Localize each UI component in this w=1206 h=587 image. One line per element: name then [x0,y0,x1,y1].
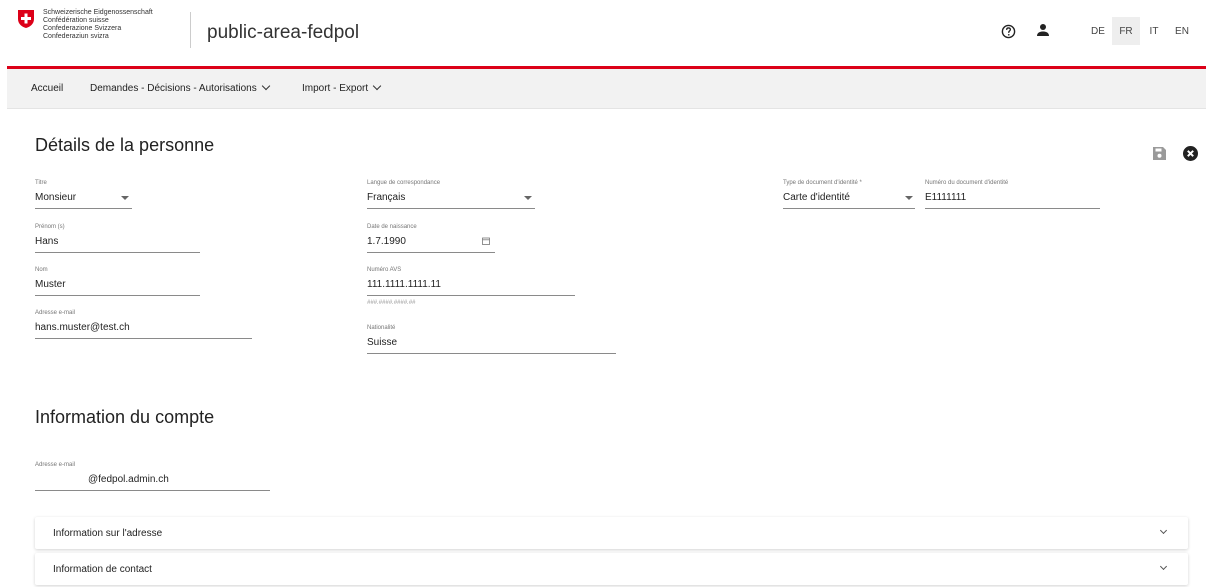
app-header: Schweizerische Eidgenossenschaft Confédé… [0,0,1206,66]
lang-it[interactable]: IT [1140,17,1168,45]
header-divider [190,12,191,48]
field-value: hans.muster@test.ch [35,322,130,333]
field-underline [35,252,200,253]
save-icon[interactable] [1153,147,1166,160]
field-label: Nom [35,267,48,273]
org-line-it: Confederazione Svizzera [43,25,122,32]
field-label: Numéro du document d'identité [925,180,1009,186]
main-navigation: Accueil Demandes - Décisions - Autorisat… [7,69,1206,109]
panel-label: Information de contact [53,564,152,575]
nationalite-field[interactable]: Nationalité Suisse [367,325,616,357]
org-line-rm: Confederaziun svizra [43,33,109,40]
nav-item-demandes[interactable]: Demandes - Décisions - Autorisations [90,81,270,94]
account-section-title: Information du compte [35,407,215,427]
dropdown-arrow-icon [524,196,532,200]
panel-adresse[interactable]: Information sur l'adresse [35,517,1188,549]
field-underline [35,338,252,339]
nav-item-label: Import - Export [302,83,369,94]
type-document-select[interactable]: Type de document d'identité * Carte d'id… [783,180,915,212]
org-line-de: Schweizerische Eidgenossenschaft [43,9,153,16]
prenom-field[interactable]: Prénom (s) Hans [35,224,200,256]
help-circle-icon[interactable] [1001,24,1016,39]
field-label: Type de document d'identité * [783,180,862,186]
chevron-down-icon [1159,526,1168,535]
chevron-down-icon [372,81,382,91]
page-title: Détails de la personne [35,135,215,155]
field-value: Monsieur [35,192,77,203]
field-value: Carte d'identité [783,192,850,203]
field-underline [367,208,535,209]
field-label: Titre [35,180,47,186]
panel-label: Information sur l'adresse [53,528,163,539]
swiss-coat-of-arms-icon [18,10,34,28]
field-value: Français [367,192,406,203]
field-underline [783,208,915,209]
field-value: Suisse [367,337,398,348]
field-value: 1.7.1990 [367,236,406,247]
lang-en[interactable]: EN [1168,17,1196,45]
nav-item-label: Demandes - Décisions - Autorisations [90,83,257,94]
field-label: Prénom (s) [35,224,65,230]
titre-select[interactable]: Titre Monsieur [35,180,132,212]
user-icon[interactable] [1036,23,1050,37]
language-switcher: DE FR IT EN [1084,17,1196,45]
org-line-fr: Confédération suisse [43,17,109,24]
field-label: Langue de correspondance [367,180,441,186]
langue-select[interactable]: Langue de correspondance Français [367,180,535,212]
close-icon[interactable] [1183,146,1198,161]
account-email-field[interactable]: Adresse e-mail @fedpol.admin.ch [35,462,270,494]
field-value: Hans [35,236,59,247]
field-underline [35,295,200,296]
panel-contact[interactable]: Information de contact [35,553,1188,585]
field-label: Nationalité [367,325,396,331]
field-value: 111.1111.1111.11 [367,279,441,290]
chevron-down-icon [261,81,270,91]
field-underline [925,208,1100,209]
field-label: Adresse e-mail [35,462,76,468]
avs-field[interactable]: Numéro AVS 111.1111.1111.11 ###.####.###… [367,267,575,311]
field-label: Date de naissance [367,224,417,230]
organization-name: Schweizerische Eidgenossenschaft Confédé… [43,9,153,41]
nom-field[interactable]: Nom Muster [35,267,200,299]
field-value: @fedpol.admin.ch [88,474,169,485]
chevron-down-icon [1159,562,1168,571]
field-label: Numéro AVS [367,267,402,273]
field-underline [367,252,495,253]
dropdown-arrow-icon [121,196,129,200]
calendar-icon[interactable] [482,237,490,245]
nav-item-label: Accueil [31,83,64,94]
lang-de[interactable]: DE [1084,17,1112,45]
date-naissance-field[interactable]: Date de naissance 1.7.1990 [367,224,495,256]
field-underline [367,353,616,354]
lang-fr[interactable]: FR [1112,17,1140,45]
field-underline [367,295,575,296]
nav-item-accueil[interactable]: Accueil [31,83,63,94]
field-value: E1111111 [925,192,967,203]
field-underline [35,490,270,491]
dropdown-arrow-icon [905,196,913,200]
field-format-hint: ###.####.####.## [367,300,416,306]
field-label: Adresse e-mail [35,310,76,316]
field-underline [35,208,132,209]
email-field[interactable]: Adresse e-mail hans.muster@test.ch [35,310,252,342]
nav-item-import-export[interactable]: Import - Export [302,81,382,94]
numero-document-field[interactable]: Numéro du document d'identité E1111111 [925,180,1100,212]
app-title: public-area-fedpol [207,22,360,43]
field-value: Muster [35,279,66,290]
